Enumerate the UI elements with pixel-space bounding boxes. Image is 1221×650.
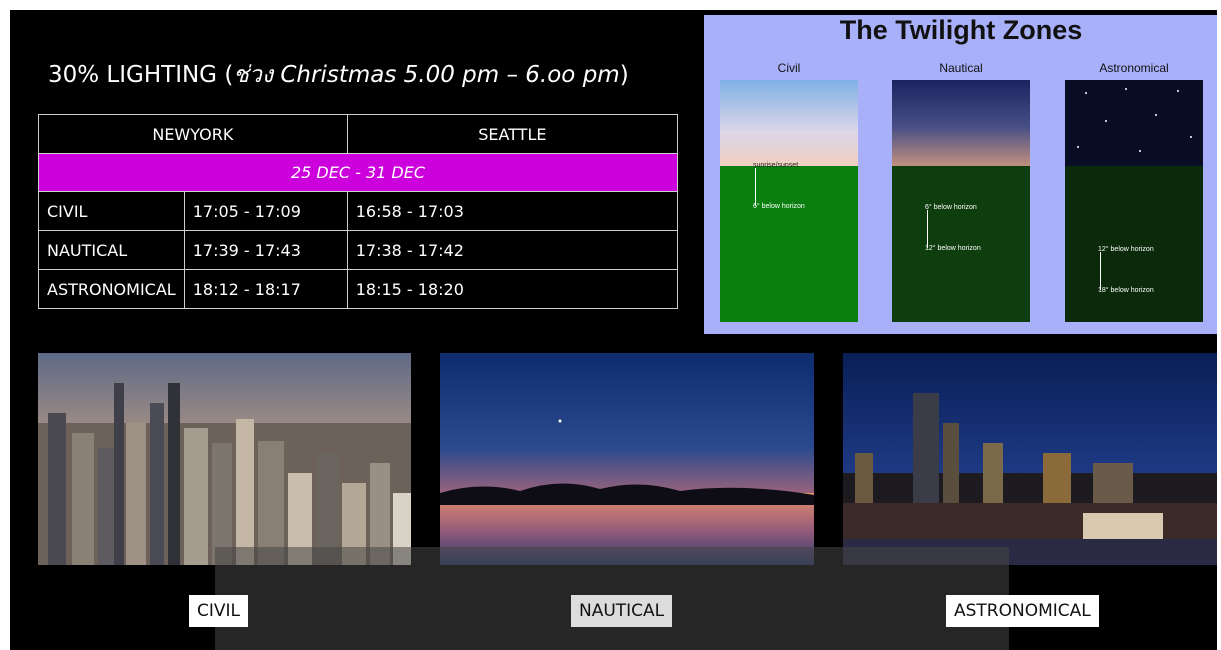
star — [1177, 90, 1179, 92]
city-header-newyork: NEWYORK — [38, 114, 348, 154]
star — [1155, 114, 1157, 116]
civil-top-mark: sunrise/sunset — [753, 162, 799, 169]
table-header-row: NEWYORK SEATTLE — [38, 114, 679, 154]
zone-cell: NAUTICAL — [38, 230, 185, 270]
nautical-column-label: Nautical — [939, 61, 983, 75]
astronomical-city-illustration — [843, 353, 1217, 565]
heading-italic: ช่วง Christmas 5.00 pm – 6.oo pm — [233, 62, 620, 88]
star — [1085, 92, 1087, 94]
civil-column-label: Civil — [777, 61, 801, 75]
nautical-sky — [892, 80, 1030, 166]
nautical-lake-illustration — [440, 353, 814, 565]
seattle-time-cell: 16:58 - 17:03 — [346, 191, 679, 231]
heading-main: 30% LIGHTING ( — [48, 62, 234, 88]
astronomical-panel: 12° below horizon 18° below horizon — [1065, 80, 1203, 322]
civil-city-illustration — [38, 353, 411, 565]
nautical-range-arrow — [927, 210, 928, 248]
zone-cell: CIVIL — [38, 191, 185, 231]
astronomical-bottom-mark: 18° below horizon — [1098, 287, 1154, 294]
newyork-time-cell: 17:39 - 17:43 — [183, 230, 348, 270]
heading-close: ) — [619, 62, 629, 88]
civil-ground — [720, 166, 858, 322]
diagram-title: The Twilight Zones — [839, 15, 1083, 45]
nautical-lake-photo — [440, 353, 814, 565]
star — [1105, 120, 1107, 122]
civil-sky — [720, 80, 858, 166]
table-row: ASTRONOMICAL 18:12 - 18:17 18:15 - 18:20 — [38, 269, 679, 309]
nautical-top-mark: 6° below horizon — [925, 204, 977, 211]
table-row: CIVIL 17:05 - 17:09 16:58 - 17:03 — [38, 191, 679, 231]
zone-cell: ASTRONOMICAL — [38, 269, 185, 309]
caption-nautical: NAUTICAL — [571, 595, 673, 627]
newyork-time-cell: 17:05 - 17:09 — [183, 191, 348, 231]
table-row: NAUTICAL 17:39 - 17:43 17:38 - 17:42 — [38, 230, 679, 270]
newyork-time-cell: 18:12 - 18:17 — [183, 269, 348, 309]
twilight-times-table: NEWYORK SEATTLE 25 DEC - 31 DEC CIVIL 17… — [38, 114, 679, 309]
nautical-panel: 6° below horizon 12° below horizon — [892, 80, 1030, 322]
astronomical-column-label: Astronomical — [1099, 61, 1169, 75]
civil-range-arrow — [755, 168, 756, 206]
date-range-cell: 25 DEC - 31 DEC — [38, 153, 678, 192]
star — [1077, 146, 1079, 148]
astronomical-city-photo — [843, 353, 1217, 565]
slide: 30% LIGHTING (ช่วง Christmas 5.00 pm – 6… — [10, 10, 1217, 650]
astronomical-ground — [1065, 166, 1203, 322]
star — [1190, 136, 1192, 138]
nautical-bottom-mark: 12° below horizon — [925, 245, 981, 252]
slide-heading: 30% LIGHTING (ช่วง Christmas 5.00 pm – 6… — [48, 57, 629, 93]
caption-civil: CIVIL — [189, 595, 248, 627]
date-range-row: 25 DEC - 31 DEC — [38, 153, 678, 192]
astronomical-sky — [1065, 80, 1203, 166]
civil-panel: sunrise/sunset 6° below horizon — [720, 80, 858, 322]
caption-astronomical: ASTRONOMICAL — [946, 595, 1099, 627]
star — [1139, 150, 1141, 152]
astronomical-range-arrow — [1100, 252, 1101, 290]
star — [1125, 88, 1127, 90]
seattle-time-cell: 18:15 - 18:20 — [346, 269, 679, 309]
civil-city-photo — [38, 353, 411, 565]
civil-bottom-mark: 6° below horizon — [753, 203, 805, 210]
city-header-seattle: SEATTLE — [346, 114, 679, 154]
nautical-ground — [892, 166, 1030, 322]
seattle-time-cell: 17:38 - 17:42 — [346, 230, 679, 270]
twilight-zones-diagram: The Twilight Zones Civil Nautical Astron… — [704, 15, 1217, 334]
astronomical-top-mark: 12° below horizon — [1098, 246, 1154, 253]
